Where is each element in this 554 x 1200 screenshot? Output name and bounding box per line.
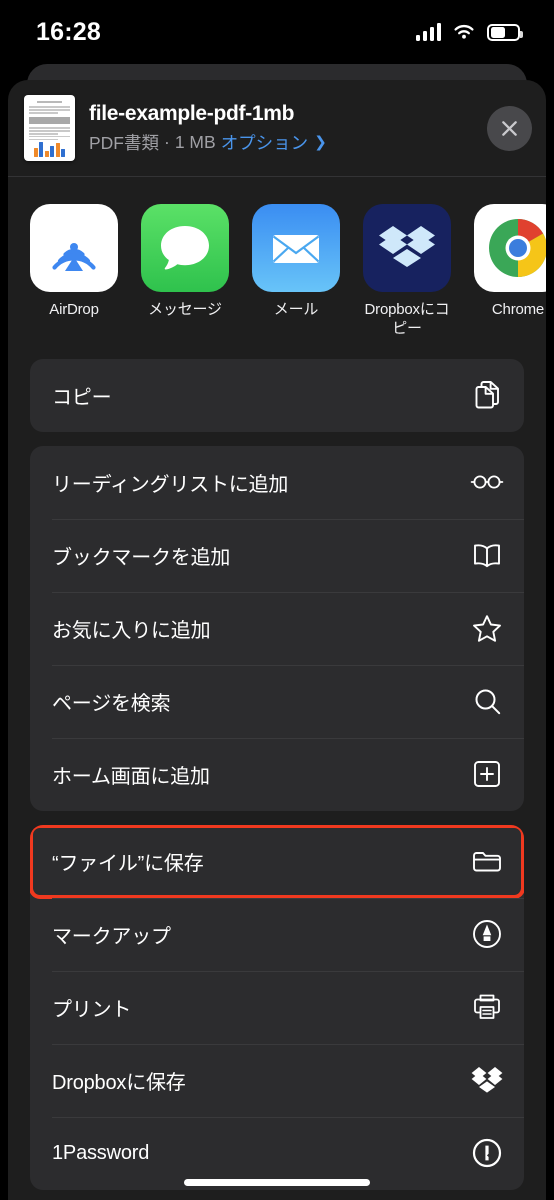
action-label: マークアップ: [52, 925, 171, 948]
printer-icon: [470, 990, 504, 1024]
action-row-save-to-dropbox[interactable]: Dropboxに保存: [30, 1043, 524, 1117]
action-label: Dropboxに保存: [52, 1071, 186, 1094]
action-label: コピー: [52, 386, 112, 409]
share-target-label: AirDrop: [49, 301, 99, 318]
share-target-dropbox[interactable]: Dropboxにコピー: [363, 204, 451, 339]
file-separator: ·: [164, 131, 170, 152]
action-row-add-favorite[interactable]: お気に入りに追加: [30, 591, 524, 665]
chrome-icon: [474, 204, 546, 292]
action-label: プリント: [52, 998, 132, 1021]
action-label: リーディングリストに追加: [52, 473, 289, 496]
dropbox-icon: [470, 1063, 504, 1097]
folder-icon: [470, 844, 504, 878]
pdf-thumbnail: [24, 95, 75, 161]
share-sheet-header: file-example-pdf-1mb PDF書類 · 1 MB オプション …: [8, 80, 546, 176]
markup-pen-icon: [470, 917, 504, 951]
action-row-copy[interactable]: コピー: [30, 359, 524, 432]
action-label: “ファイル”に保存: [52, 852, 204, 875]
chevron-right-icon[interactable]: ❯: [314, 133, 327, 151]
battery-icon: [487, 23, 523, 41]
close-icon: [502, 120, 517, 136]
file-info: file-example-pdf-1mb PDF書類 · 1 MB オプション …: [89, 102, 473, 155]
app-share-targets[interactable]: AirDrop メッセージ メール Dropboxにコピー Chrome: [8, 177, 546, 359]
share-sheet: file-example-pdf-1mb PDF書類 · 1 MB オプション …: [8, 80, 546, 1200]
search-icon: [470, 684, 504, 718]
action-label: 1Password: [52, 1141, 150, 1164]
action-row-save-to-files[interactable]: “ファイル”に保存: [30, 824, 524, 899]
glasses-icon: [470, 465, 504, 499]
options-link[interactable]: オプション: [221, 130, 309, 155]
status-bar-indicators: [415, 23, 523, 41]
book-icon: [470, 538, 504, 572]
status-bar-time: 16:28: [36, 17, 101, 46]
share-target-airdrop[interactable]: AirDrop: [30, 204, 118, 339]
phone-screen: 16:28 file-example-pdf-1mb PDF書類 · 1 MB …: [0, 0, 554, 1200]
action-row-find-on-page[interactable]: ページを検索: [30, 664, 524, 738]
action-row-print[interactable]: プリント: [30, 970, 524, 1044]
file-subtitle: PDF書類 · 1 MB オプション ❯: [89, 130, 473, 155]
action-label: ブックマークを追加: [52, 546, 231, 569]
share-target-messages[interactable]: メッセージ: [141, 204, 229, 339]
wifi-icon: [454, 24, 474, 39]
dropbox-icon: [363, 204, 451, 292]
file-size: 1 MB: [174, 131, 216, 152]
action-row-add-reading-list[interactable]: リーディングリストに追加: [30, 446, 524, 519]
action-label: お気に入りに追加: [52, 619, 211, 642]
airdrop-icon: [30, 204, 118, 292]
action-groups: コピー リーディングリストに追加 ブックマークを追加 お気に入りに追加 ページを…: [8, 358, 546, 1190]
share-target-chrome[interactable]: Chrome: [474, 204, 546, 339]
cellular-bars-icon: [415, 23, 441, 41]
action-label: ページを検索: [52, 692, 171, 715]
onepassword-icon: [470, 1136, 504, 1170]
action-row-markup[interactable]: マークアップ: [30, 897, 524, 971]
action-group-2: リーディングリストに追加 ブックマークを追加 お気に入りに追加 ページを検索 ホ…: [30, 445, 524, 811]
action-row-add-to-home-screen[interactable]: ホーム画面に追加: [30, 737, 524, 811]
action-group-1: コピー: [30, 358, 524, 432]
share-target-label: メール: [273, 301, 319, 318]
home-indicator[interactable]: [184, 1179, 370, 1186]
action-row-add-bookmark[interactable]: ブックマークを追加: [30, 518, 524, 592]
messages-icon: [141, 204, 229, 292]
share-target-label: メッセージ: [148, 301, 222, 318]
star-icon: [470, 611, 504, 645]
action-group-3: “ファイル”に保存 マークアップ プリント Dropboxに保存 1Passwo…: [30, 824, 524, 1190]
share-target-label: Dropboxにコピー: [364, 301, 450, 337]
action-label: ホーム画面に追加: [52, 765, 210, 788]
share-target-mail[interactable]: メール: [252, 204, 340, 339]
share-target-label: Chrome: [491, 301, 545, 318]
mail-icon: [252, 204, 340, 292]
copy-icon: [470, 378, 504, 412]
file-kind: PDF書類: [89, 132, 159, 153]
file-name: file-example-pdf-1mb: [89, 101, 295, 125]
status-bar: 16:28: [0, 0, 554, 64]
plus-square-icon: [470, 757, 504, 791]
close-button[interactable]: [487, 105, 532, 151]
